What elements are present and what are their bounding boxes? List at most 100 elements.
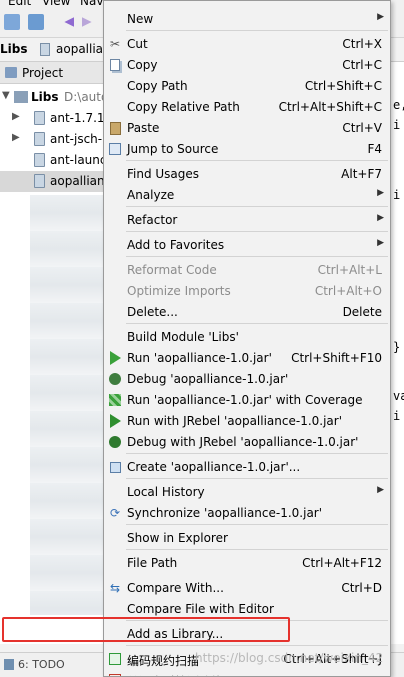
menu-item-14[interactable]: Build Module 'Libs' — [104, 327, 390, 348]
menu-separator — [126, 256, 388, 257]
context-menu: New ▶ ✂ Cut Ctrl+X Copy Ctrl+C Copy Path Ctrl+Sh… — [103, 0, 391, 677]
project-tool-window-header: Project — [0, 62, 104, 84]
menu-item-label: Add to Favorites — [127, 238, 225, 252]
debug-icon — [107, 371, 123, 387]
menu-item-22[interactable]: ⟳ Synchronize 'aopalliance-1.0.jar' — [104, 503, 390, 524]
todo-tab[interactable]: 6: TODO — [18, 658, 65, 671]
tree-item[interactable]: ▶ ant-jsch- — [0, 129, 104, 150]
menu-item-label: Copy Relative Path — [127, 100, 240, 114]
copy-icon — [107, 57, 123, 73]
menu-item-label: Show in Explorer — [127, 531, 228, 545]
menu-item-label: 编码规约扫描 — [127, 654, 200, 668]
submenu-arrow-icon: ▶ — [377, 238, 384, 248]
menu-item-17[interactable]: Run 'aopalliance-1.0.jar' with Coverage — [104, 390, 390, 411]
chevron-down-icon[interactable]: ▼ — [2, 90, 10, 101]
menu-item-20[interactable]: Create 'aopalliance-1.0.jar'... — [104, 457, 390, 478]
menu-item-label: Jump to Source — [127, 142, 219, 156]
sync-icon[interactable] — [28, 14, 44, 30]
menu-item-11: Reformat Code Ctrl+Alt+L — [104, 260, 390, 281]
menu-separator — [126, 478, 388, 479]
menu-item-label: Debug 'aopalliance-1.0.jar' — [127, 372, 289, 386]
editor-text: va — [393, 389, 404, 403]
tree-item-label: ant-jsch- — [50, 132, 103, 146]
code-scan-icon — [107, 651, 123, 667]
menu-item-shortcut: Ctrl+Alt+O — [314, 284, 382, 298]
menu-item-13[interactable]: Delete... Delete — [104, 302, 390, 323]
menu-item-6[interactable]: Jump to Source F4 — [104, 139, 390, 160]
editor-text: e, — [393, 98, 404, 112]
submenu-arrow-icon: ▶ — [377, 213, 384, 223]
editor-text: i — [393, 118, 401, 132]
realtime-check-icon — [107, 672, 123, 676]
menu-item-19[interactable]: Debug with JRebel 'aopalliance-1.0.jar' — [104, 432, 390, 453]
menu-item-label: Build Module 'Libs' — [127, 330, 239, 344]
menu-item-7[interactable]: Find Usages Alt+F7 — [104, 164, 390, 185]
menu-item-23[interactable]: Show in Explorer — [104, 528, 390, 549]
menu-view[interactable]: View — [42, 0, 70, 8]
tree-item[interactable]: ▶ ant-1.7.1. — [0, 108, 104, 129]
menu-item-label: Optimize Imports — [127, 284, 231, 298]
menu-item-25[interactable]: ⇆ Compare With... Ctrl+D — [104, 578, 390, 599]
jar-icon — [34, 132, 45, 146]
jrebel-debug-icon — [107, 434, 123, 450]
menu-item-29[interactable]: 关闭实时检测功能 — [104, 670, 390, 676]
menu-item-8[interactable]: Analyze ▶ — [104, 185, 390, 206]
menu-separator — [126, 620, 388, 621]
menu-item-shortcut: Ctrl+Alt+Shift+C — [278, 100, 382, 114]
project-panel-title[interactable]: Project — [22, 66, 63, 80]
menu-item-label: Copy Path — [127, 79, 188, 93]
menu-item-9[interactable]: Refactor ▶ — [104, 210, 390, 231]
menu-item-2[interactable]: Copy Ctrl+C — [104, 55, 390, 76]
menu-separator — [126, 645, 388, 646]
menu-item-shortcut: Ctrl+Alt+L — [317, 263, 382, 277]
chevron-right-icon[interactable]: ▶ — [12, 111, 20, 122]
menu-item-shortcut: Ctrl+C — [342, 58, 382, 72]
menu-separator — [126, 206, 388, 207]
menu-item-24[interactable]: File Path Ctrl+Alt+F12 — [104, 553, 390, 574]
jar-icon — [34, 174, 45, 188]
menu-item-add-as-library[interactable]: Add as Library... — [104, 624, 390, 645]
menu-item-12: Optimize Imports Ctrl+Alt+O — [104, 281, 390, 302]
menu-edit[interactable]: Edit — [8, 0, 31, 8]
menu-item-26[interactable]: Compare File with Editor — [104, 599, 390, 620]
menu-item-shortcut: F4 — [367, 142, 382, 156]
chevron-right-icon[interactable]: ▶ — [12, 132, 20, 143]
tree-root-path: D:\auto — [64, 90, 104, 104]
tree-root-libs[interactable]: ▼ Libs D:\auto — [0, 87, 104, 108]
menu-item-16[interactable]: Debug 'aopalliance-1.0.jar' — [104, 369, 390, 390]
editor-pane[interactable]: i e, i } va i — [390, 62, 404, 644]
menu-item-18[interactable]: Run with JRebel 'aopalliance-1.0.jar' — [104, 411, 390, 432]
save-icon[interactable] — [4, 14, 20, 30]
menu-item-3[interactable]: Copy Path Ctrl+Shift+C — [104, 76, 390, 97]
menu-item-1[interactable]: ✂ Cut Ctrl+X — [104, 34, 390, 55]
breadcrumb-aopalliance[interactable]: aopallia — [56, 42, 103, 56]
tree-item-selected[interactable]: aopallian — [0, 171, 104, 192]
forward-arrow-icon[interactable] — [82, 17, 92, 27]
breadcrumb-libs[interactable]: Libs — [0, 42, 28, 56]
menu-item-21[interactable]: Local History ▶ — [104, 482, 390, 503]
menu-item-0[interactable]: New ▶ — [104, 9, 390, 30]
menu-item-4[interactable]: Copy Relative Path Ctrl+Alt+Shift+C — [104, 97, 390, 118]
menu-item-15[interactable]: Run 'aopalliance-1.0.jar' Ctrl+Shift+F10 — [104, 348, 390, 369]
menu-item-label: 关闭实时检测功能 — [127, 673, 223, 676]
menu-item-label: New — [127, 12, 154, 26]
menu-item-shortcut: Alt+F7 — [341, 167, 382, 181]
menu-item-shortcut: Ctrl+Alt+F12 — [302, 556, 382, 570]
tree-item-label: aopallian — [50, 174, 104, 188]
tree-item[interactable]: ant-launc — [0, 150, 104, 171]
coverage-icon — [107, 392, 123, 408]
editor-text: i — [393, 188, 401, 202]
scissors-icon: ✂ — [109, 37, 121, 51]
menu-item-label: Synchronize 'aopalliance-1.0.jar' — [127, 506, 323, 520]
menu-item-5[interactable]: Paste Ctrl+V — [104, 118, 390, 139]
menu-item-label: Run 'aopalliance-1.0.jar' — [127, 351, 272, 365]
menu-item-label: Local History — [127, 485, 205, 499]
back-arrow-icon[interactable] — [64, 17, 74, 27]
menu-item-label: Compare File with Editor — [127, 602, 274, 616]
run-icon — [107, 350, 123, 366]
menu-separator — [126, 160, 388, 161]
menu-separator — [126, 323, 388, 324]
blurred-region — [30, 195, 104, 615]
menu-item-10[interactable]: Add to Favorites ▶ — [104, 235, 390, 256]
menu-item-shortcut: Ctrl+D — [341, 581, 382, 595]
